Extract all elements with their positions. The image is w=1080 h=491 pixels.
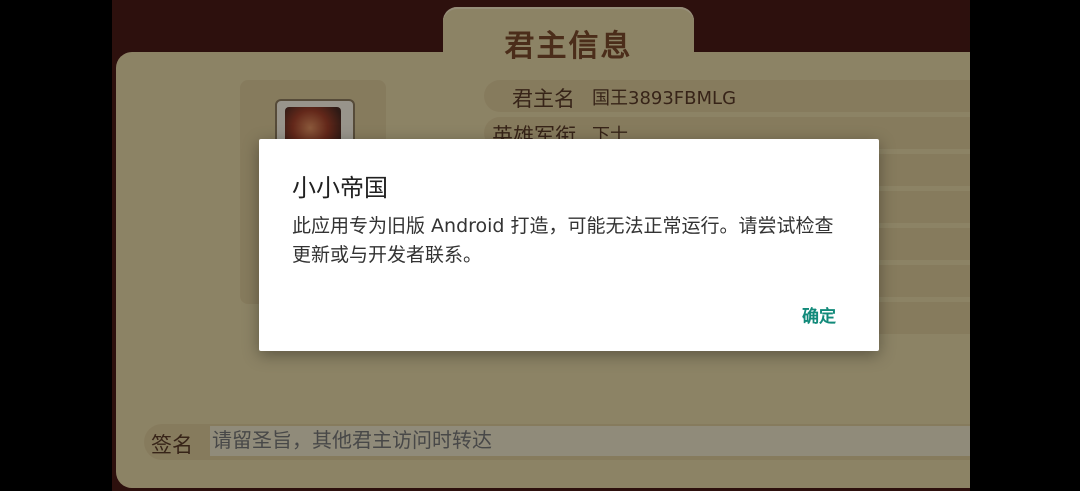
ok-button[interactable]: 确定: [786, 296, 852, 332]
screen: 君主信息 君主名 国王3893FBMLG 英雄军衔 下士 签名 小小帝国 此应用…: [0, 0, 1080, 491]
compatibility-dialog: 小小帝国 此应用专为旧版 Android 打造，可能无法正常运行。请尝试检查更新…: [259, 139, 879, 351]
dialog-message: 此应用专为旧版 Android 打造，可能无法正常运行。请尝试检查更新或与开发者…: [292, 215, 834, 266]
dialog-title: 小小帝国: [292, 174, 388, 202]
